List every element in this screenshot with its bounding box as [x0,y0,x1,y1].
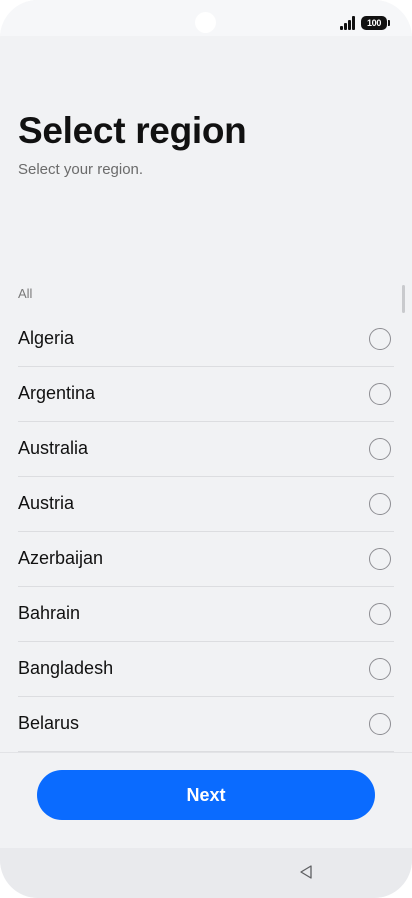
region-list: Algeria Argentina Australia Austria Azerbaij… [0,312,412,752]
radio-button[interactable] [369,658,391,680]
navigation-bar [0,848,412,898]
radio-button[interactable] [369,328,391,350]
region-label: Bahrain [18,603,81,623]
region-label: Algeria [18,328,75,348]
region-label: Belarus [18,713,80,733]
list-item-region[interactable]: Belarus [0,697,412,752]
signal-bars-icon [340,16,357,30]
back-triangle-icon[interactable] [298,864,314,880]
region-label: Austria [18,493,75,513]
section-label-all: All [18,286,33,301]
list-item-region[interactable]: Bahrain [0,587,412,642]
list-item-region[interactable]: Azerbaijan [0,532,412,587]
radio-button[interactable] [369,713,391,735]
list-item-region[interactable]: Austria [0,477,412,532]
region-label: Argentina [18,383,96,403]
region-label: Australia [18,438,89,458]
front-camera [195,12,216,33]
list-item-region[interactable]: Bangladesh [0,642,412,697]
radio-button[interactable] [369,383,391,405]
region-label: Bangladesh [18,658,114,678]
next-button[interactable]: Next [37,770,375,820]
radio-button[interactable] [369,493,391,515]
phone-screen: 100 Select region Select your region. Al… [0,0,412,898]
list-item-region[interactable]: Australia [0,422,412,477]
list-item-region[interactable]: Algeria [0,312,412,367]
region-label: Azerbaijan [18,548,104,568]
radio-button[interactable] [369,603,391,625]
list-item-region[interactable]: Argentina [0,367,412,422]
status-bar: 100 [0,0,412,36]
scrollbar[interactable] [402,285,405,313]
page-subtitle: Select your region. [18,161,144,178]
radio-button[interactable] [369,548,391,570]
page-title: Select region [18,110,247,151]
battery-indicator: 100 [361,16,390,30]
footer-divider [0,752,412,753]
radio-button[interactable] [369,438,391,460]
